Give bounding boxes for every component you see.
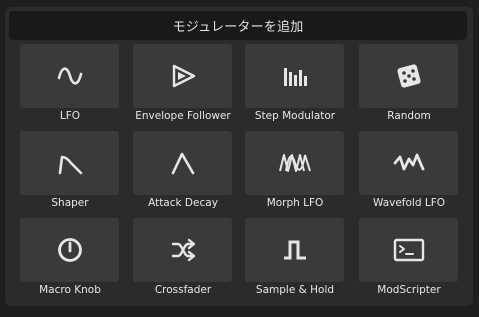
modscripter-button[interactable] <box>359 218 458 282</box>
sample-hold-icon <box>281 236 309 264</box>
random-button[interactable] <box>359 44 458 108</box>
attack-decay-button[interactable] <box>133 131 232 195</box>
shaper-curve-icon <box>56 149 84 177</box>
knob-icon <box>56 236 84 264</box>
modscripter-label: ModScripter <box>377 284 441 296</box>
wavefold-icon <box>392 149 426 177</box>
lfo-label: LFO <box>59 110 81 122</box>
shuffle-arrows-icon <box>169 236 197 264</box>
morph-lfo-button[interactable] <box>245 131 344 195</box>
crossfader-label: Crossfader <box>154 284 212 296</box>
dialog-title: モジュレーターを追加 <box>9 11 467 40</box>
terminal-icon <box>393 236 425 264</box>
sine-wave-icon <box>56 62 84 90</box>
wavefold-lfo-button[interactable] <box>359 131 458 195</box>
step-modulator-button[interactable] <box>245 44 344 108</box>
macro-knob-button[interactable] <box>20 218 119 282</box>
attack-decay-label: Attack Decay <box>148 197 218 209</box>
morph-wave-icon <box>278 149 312 177</box>
step-bars-icon <box>281 62 309 90</box>
morph-lfo-label: Morph LFO <box>266 197 324 209</box>
macro-knob-label: Macro Knob <box>39 284 101 296</box>
crossfader-button[interactable] <box>133 218 232 282</box>
envelope-follower-icon <box>169 62 197 90</box>
add-modulator-dialog: モジュレーターを追加 LFO Envelope Follower Step Mo… <box>5 7 473 306</box>
step-modulator-label: Step Modulator <box>254 110 336 122</box>
sample-hold-button[interactable] <box>245 218 344 282</box>
lfo-button[interactable] <box>20 44 119 108</box>
sample-hold-label: Sample & Hold <box>255 284 335 296</box>
shaper-button[interactable] <box>20 131 119 195</box>
attack-decay-icon <box>169 149 197 177</box>
envelope-follower-label: Envelope Follower <box>135 110 231 122</box>
shaper-label: Shaper <box>51 197 89 209</box>
dice-icon <box>395 62 423 90</box>
envelope-follower-button[interactable] <box>133 44 232 108</box>
random-label: Random <box>387 110 431 122</box>
wavefold-lfo-label: Wavefold LFO <box>372 197 445 209</box>
